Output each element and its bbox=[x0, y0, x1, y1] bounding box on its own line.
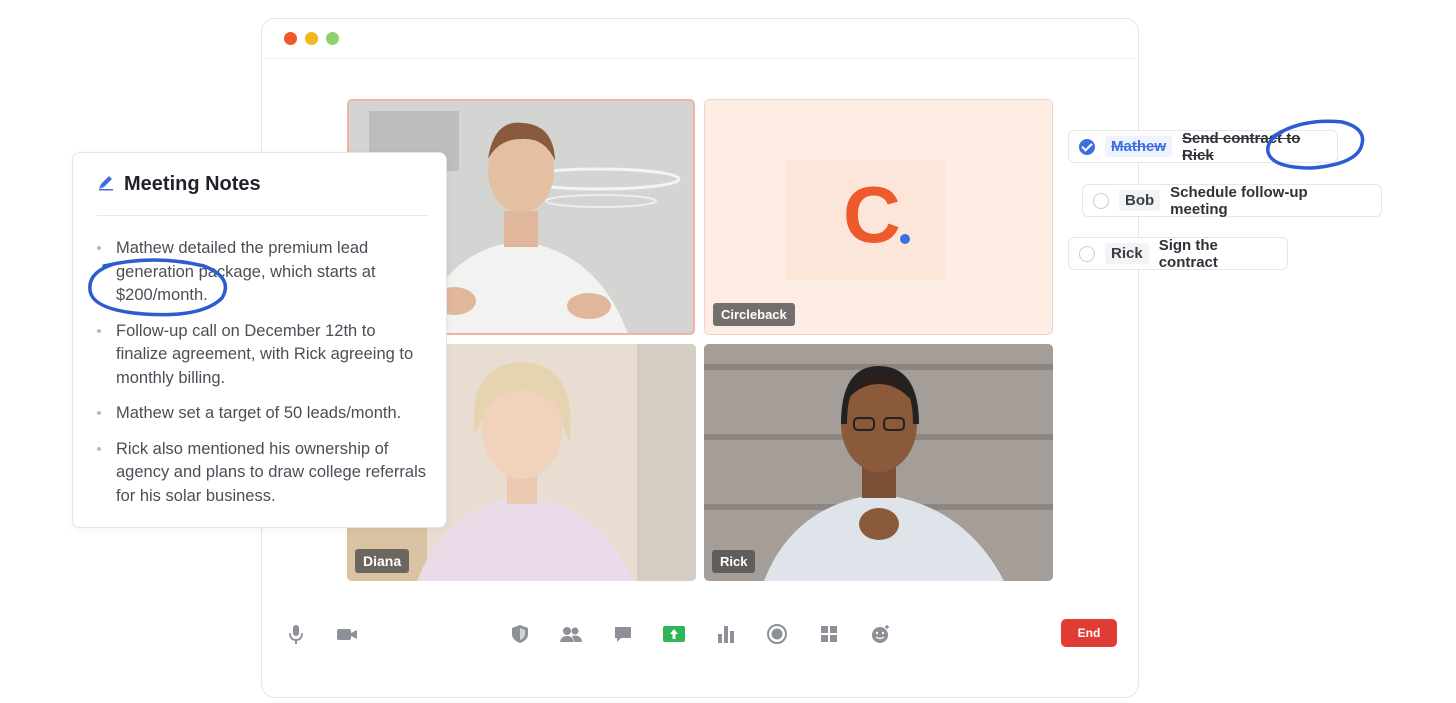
task-description: Send contract to Rick bbox=[1182, 129, 1301, 164]
task-assignee: Mathew bbox=[1105, 136, 1173, 157]
svg-text:C: C bbox=[843, 170, 901, 259]
circleback-logo: C bbox=[705, 100, 1052, 334]
shield-icon[interactable] bbox=[507, 621, 533, 647]
notes-header: Meeting Notes bbox=[97, 173, 261, 196]
task-description: Schedule follow-up meeting bbox=[1170, 183, 1308, 218]
close-window-button[interactable] bbox=[284, 32, 297, 45]
rick-video bbox=[704, 344, 1053, 581]
pencil-icon bbox=[97, 173, 115, 196]
share-screen-icon[interactable] bbox=[661, 621, 687, 647]
task-checkbox[interactable] bbox=[1079, 245, 1095, 262]
microphone-icon[interactable] bbox=[283, 621, 309, 647]
note-item: Follow-up call on December 12th to final… bbox=[97, 320, 427, 391]
task-item-send-contract[interactable]: Mathew Send contract to Rick bbox=[1068, 129, 1338, 164]
video-tile-rick[interactable]: Rick bbox=[704, 344, 1053, 581]
tile-label-rick: Rick bbox=[712, 550, 756, 573]
record-icon[interactable] bbox=[764, 621, 790, 647]
poll-icon[interactable] bbox=[713, 621, 739, 647]
note-item: Mathew detailed the premium lead generat… bbox=[97, 237, 427, 308]
window-titlebar bbox=[262, 19, 1138, 59]
minimize-window-button[interactable] bbox=[305, 32, 318, 45]
video-camera-icon[interactable] bbox=[334, 621, 360, 647]
task-item-schedule-follow-up[interactable]: Bob Schedule follow-up meeting bbox=[1082, 183, 1382, 218]
meeting-notes-panel: Meeting Notes Mathew detailed the premiu… bbox=[72, 152, 447, 528]
notes-title: Meeting Notes bbox=[124, 173, 261, 195]
notes-list: Mathew detailed the premium lead generat… bbox=[97, 237, 427, 520]
video-tile-circleback[interactable]: C Circleback bbox=[704, 99, 1053, 335]
maximize-window-button[interactable] bbox=[326, 32, 339, 45]
task-item-sign-contract[interactable]: Rick Sign the contract bbox=[1068, 236, 1288, 271]
note-item: Mathew set a target of 50 leads/month. bbox=[97, 402, 427, 426]
task-assignee: Bob bbox=[1119, 190, 1161, 211]
reactions-icon[interactable] bbox=[867, 621, 893, 647]
task-checkbox-checked[interactable] bbox=[1079, 138, 1095, 155]
chat-icon[interactable] bbox=[610, 621, 636, 647]
apps-grid-icon[interactable] bbox=[816, 621, 842, 647]
task-checkbox[interactable] bbox=[1093, 192, 1109, 209]
tile-label-circleback: Circleback bbox=[713, 303, 795, 326]
notes-divider bbox=[97, 215, 428, 216]
participants-icon[interactable] bbox=[558, 621, 584, 647]
end-call-button[interactable]: End bbox=[1061, 619, 1117, 647]
task-description: Sign the contract bbox=[1158, 236, 1218, 271]
note-item: Rick also mentioned his ownership of age… bbox=[97, 438, 427, 509]
tile-label-diana: Diana bbox=[355, 549, 410, 573]
task-assignee: Rick bbox=[1105, 243, 1149, 264]
